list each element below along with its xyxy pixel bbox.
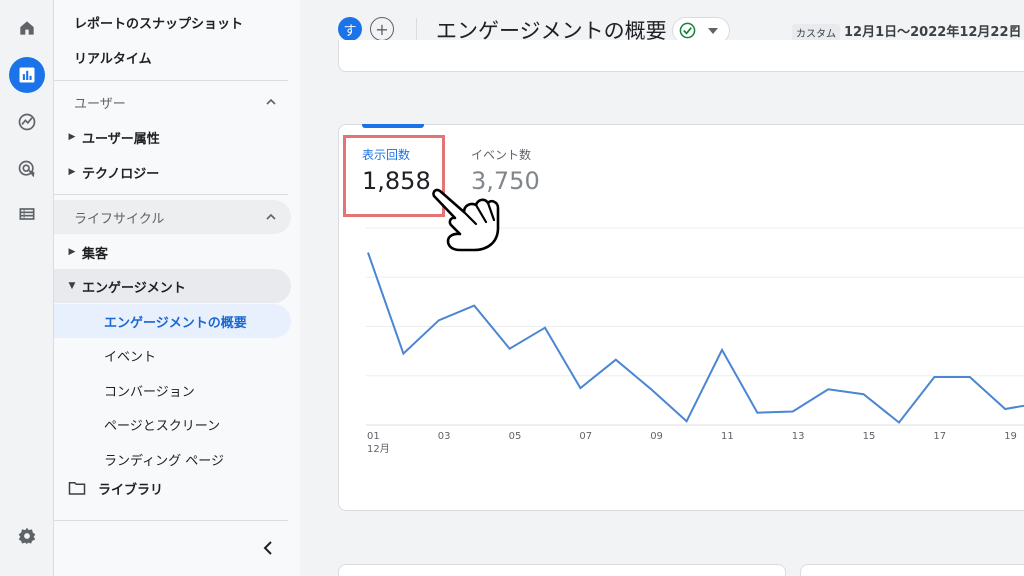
chevron-up-icon: [266, 98, 276, 105]
nav-divider: [54, 80, 288, 81]
dropdown-arrow-icon: [708, 27, 718, 34]
collapse-nav-button[interactable]: [258, 538, 278, 558]
x-tick-label: 01: [367, 431, 380, 442]
metric-label: イベント数: [471, 148, 532, 162]
x-tick-label: 19: [1004, 431, 1017, 442]
x-tick-label: 15: [863, 431, 876, 442]
configure-icon: [19, 208, 35, 220]
nav-item-label: ライブラリ: [98, 482, 164, 498]
settings-icon: [18, 527, 36, 545]
nav-item-label: テクノロジー: [82, 166, 160, 182]
chevron-up-icon: [266, 213, 276, 220]
section-label: ライフサイクル: [74, 211, 165, 227]
x-tick-label: 13: [792, 431, 805, 442]
add-comparison-button[interactable]: +: [370, 17, 394, 41]
date-range-value[interactable]: 12月1日〜2022年12月22日: [844, 21, 1022, 40]
nav-item-user-attributes[interactable]: ▶ ユーザー属性: [62, 120, 160, 154]
nav-item-label: エンゲージメント: [82, 280, 186, 296]
home-button[interactable]: [9, 10, 45, 46]
summary-card-top: [338, 40, 1024, 72]
x-tick-label: 11: [721, 431, 734, 442]
check-circle-icon: [679, 22, 696, 39]
x-tick-label: 09: [650, 431, 663, 442]
bottom-card-right: [800, 564, 1024, 576]
nav-section-user[interactable]: ユーザー: [54, 85, 291, 119]
bottom-card-left: [338, 564, 786, 576]
date-dropdown-icon[interactable]: [1010, 26, 1018, 31]
nav-item-acquisition[interactable]: ▶ 集客: [62, 235, 108, 269]
chevron-left-icon: [263, 541, 272, 555]
nav-section-lifecycle[interactable]: ライフサイクル: [54, 200, 291, 234]
home-icon: [20, 21, 34, 35]
x-tick-label: 07: [579, 431, 592, 442]
folder-icon: [68, 482, 86, 495]
series-line: [367, 252, 1024, 424]
line-chart: 01 03 05 07 09 11 13 15 17 19 12月: [366, 227, 1024, 455]
nav-item-pages-screens[interactable]: ページとスクリーン: [54, 407, 291, 441]
caret-right-icon: ▶: [68, 132, 76, 142]
header-divider: [416, 18, 417, 42]
date-preset-label[interactable]: カスタム: [792, 24, 840, 41]
caret-down-icon: ▼: [68, 281, 76, 291]
nav-realtime[interactable]: リアルタイム: [74, 40, 152, 74]
advertising-icon: [18, 160, 35, 178]
nav-item-label: ユーザー属性: [82, 131, 160, 147]
active-tab-indicator: [362, 124, 424, 128]
settings-button[interactable]: [9, 518, 45, 554]
nav-item-label: 集客: [82, 246, 109, 262]
explore-button[interactable]: [9, 104, 45, 140]
x-tick-label: 05: [509, 431, 522, 442]
x-tick-label: 03: [438, 431, 451, 442]
nav-divider: [54, 194, 288, 195]
report-navigation: レポートのスナップショット リアルタイム ユーザー ▶ ユーザー属性 ▶ テクノ…: [54, 0, 300, 576]
analytics-app: レポートのスナップショット リアルタイム ユーザー ▶ ユーザー属性 ▶ テクノ…: [0, 0, 1024, 576]
comparison-avatar[interactable]: す: [338, 17, 362, 41]
x-month-label: 12月: [367, 443, 390, 455]
reports-icon: [19, 67, 35, 83]
advertising-button[interactable]: [9, 151, 45, 187]
nav-item-events[interactable]: イベント: [54, 338, 291, 372]
caret-right-icon: ▶: [68, 247, 76, 257]
nav-item-library[interactable]: ライブラリ: [68, 471, 163, 505]
nav-item-engagement[interactable]: ▼ エンゲージメント: [54, 269, 291, 303]
explore-icon: [18, 113, 36, 131]
section-label: ユーザー: [74, 96, 126, 112]
nav-item-conversions[interactable]: コンバージョン: [54, 373, 291, 407]
icon-rail: [0, 0, 54, 576]
nav-item-engagement-overview[interactable]: エンゲージメントの概要: [54, 304, 291, 338]
configure-button[interactable]: [9, 196, 45, 232]
caret-right-icon: ▶: [68, 167, 76, 177]
nav-item-technology[interactable]: ▶ テクノロジー: [62, 155, 160, 189]
pointing-hand-icon: [432, 188, 500, 252]
nav-divider: [54, 520, 288, 521]
reports-button[interactable]: [9, 57, 45, 93]
nav-reports-snapshot[interactable]: レポートのスナップショット: [74, 5, 243, 39]
x-tick-label: 17: [933, 431, 946, 442]
